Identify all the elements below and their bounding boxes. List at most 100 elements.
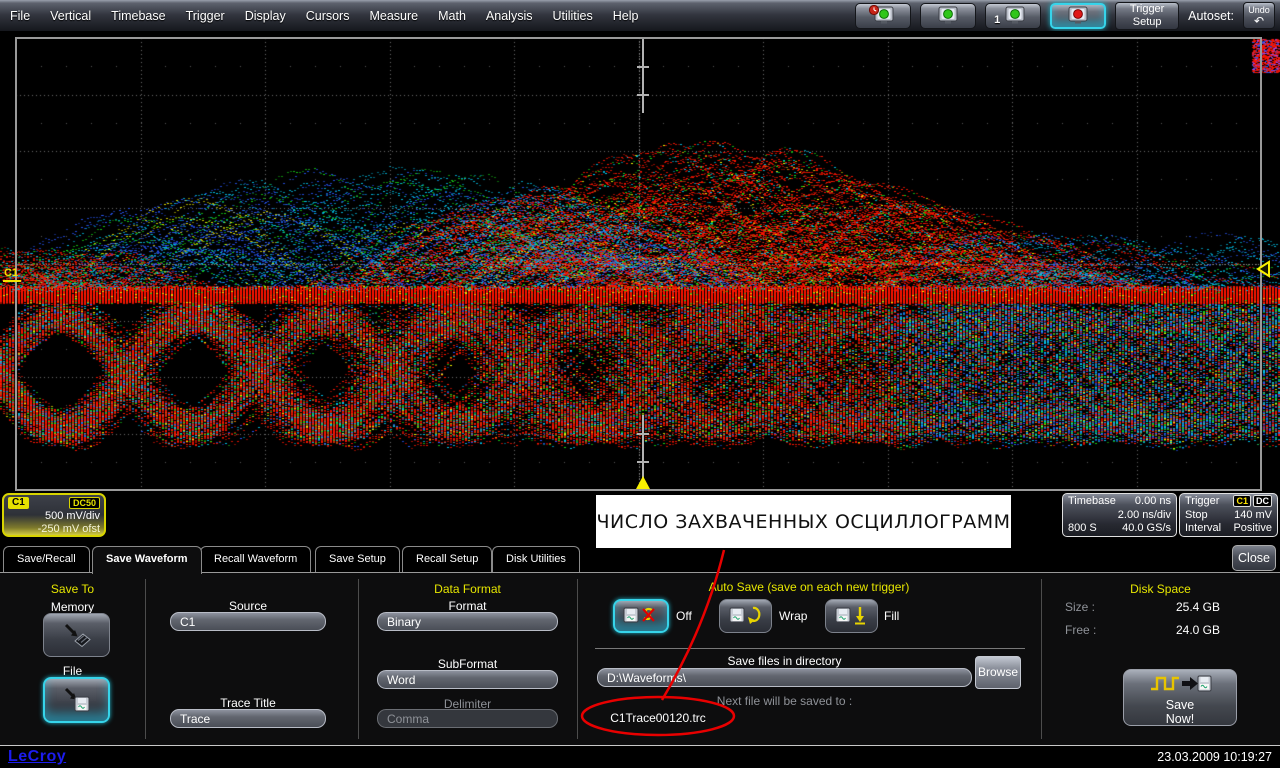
subformat-field[interactable]: Word bbox=[377, 670, 558, 689]
single-count-label: 1 bbox=[994, 14, 1000, 26]
section-divider bbox=[145, 579, 146, 739]
autoset-label: Autoset: bbox=[1188, 9, 1234, 23]
menu-display[interactable]: Display bbox=[245, 9, 286, 23]
undo-button[interactable]: Undo ↶ bbox=[1243, 2, 1275, 29]
save-now-icon bbox=[1148, 673, 1212, 695]
timebase-rate: 40.0 GS/s bbox=[1122, 522, 1171, 536]
directory-field[interactable]: D:\Waveforms\ bbox=[597, 668, 972, 687]
monitor-green-clock-icon bbox=[868, 5, 898, 27]
autosave-off-icon bbox=[623, 606, 659, 626]
auto-save-header: Auto Save (save on each new trigger) bbox=[577, 580, 1041, 594]
channel-c1-offset-marker[interactable]: C1 bbox=[3, 267, 21, 282]
autosave-fill-label: Fill bbox=[884, 609, 899, 623]
auto-save-divider bbox=[595, 648, 1025, 649]
tab-save-waveform[interactable]: Save Waveform bbox=[92, 546, 202, 574]
disk-space-header: Disk Space bbox=[1041, 582, 1280, 596]
menu-trigger[interactable]: Trigger bbox=[186, 9, 225, 23]
format-label: Format bbox=[377, 599, 558, 613]
menu-measure[interactable]: Measure bbox=[369, 9, 418, 23]
section-divider bbox=[1041, 579, 1042, 739]
tab-recall-setup[interactable]: Recall Setup bbox=[402, 546, 492, 572]
trigger-type: Interval bbox=[1185, 522, 1221, 536]
autosave-fill-button[interactable] bbox=[825, 599, 878, 633]
trigger-setup-button[interactable]: Trigger Setup bbox=[1115, 2, 1179, 30]
timebase-descriptor-box[interactable]: Timebase0.00 ns 2.00 ns/div 800 S40.0 GS… bbox=[1062, 493, 1177, 537]
trigger-source-badge: C1 bbox=[1233, 495, 1251, 507]
save-to-file-button[interactable] bbox=[43, 677, 110, 723]
oscilloscope-screen: File Vertical Timebase Trigger Display C… bbox=[0, 0, 1280, 768]
monitor-green-single-icon bbox=[998, 5, 1028, 27]
menu-cursors[interactable]: Cursors bbox=[306, 9, 350, 23]
section-divider bbox=[577, 579, 578, 739]
descriptor-strip: C1 DC50 500 mV/div -250 mV ofst ЧИСЛО ЗА… bbox=[0, 492, 1280, 545]
autosave-wrap-label: Wrap bbox=[779, 609, 807, 623]
waveform-display: C1 bbox=[0, 31, 1280, 492]
trigger-stop-button[interactable] bbox=[1050, 3, 1106, 29]
autosave-fill-icon bbox=[835, 605, 869, 627]
trigger-auto-button[interactable] bbox=[920, 3, 976, 29]
trigger-single-button[interactable]: 1 bbox=[985, 3, 1041, 29]
save-to-memory-button[interactable] bbox=[43, 613, 110, 657]
menu-utilities[interactable]: Utilities bbox=[552, 9, 592, 23]
autosave-off-label: Off bbox=[676, 609, 692, 623]
menu-timebase[interactable]: Timebase bbox=[111, 9, 165, 23]
menu-bar: File Vertical Timebase Trigger Display C… bbox=[0, 0, 1280, 31]
trigger-toolbar: 1 Trigger Setup Autoset: Undo ↶ bbox=[855, 2, 1280, 30]
memory-label: Memory bbox=[0, 600, 145, 614]
menu-help[interactable]: Help bbox=[613, 9, 639, 23]
trace-title-field[interactable]: Trace bbox=[170, 709, 326, 728]
next-file-label: Next file will be saved to : bbox=[597, 694, 972, 708]
trigger-title: Trigger bbox=[1185, 495, 1219, 509]
trigger-descriptor-box[interactable]: Trigger C1DC Stop140 mV IntervalPositive bbox=[1179, 493, 1278, 537]
channel-c1-descriptor-box[interactable]: C1 DC50 500 mV/div -250 mV ofst bbox=[2, 493, 106, 537]
menu-math[interactable]: Math bbox=[438, 9, 466, 23]
browse-button[interactable]: Browse bbox=[975, 656, 1021, 689]
autosave-wrap-icon bbox=[729, 605, 763, 627]
lecroy-logo: LeCroy bbox=[8, 748, 66, 766]
source-field[interactable]: C1 bbox=[170, 612, 326, 631]
tab-recall-waveform[interactable]: Recall Waveform bbox=[200, 546, 311, 572]
menu-analysis[interactable]: Analysis bbox=[486, 9, 533, 23]
waveform-canvas bbox=[0, 31, 1280, 492]
channel-scale-label: 500 mV/div bbox=[8, 510, 100, 523]
channel-offset-label: -250 mV ofst bbox=[8, 523, 100, 536]
save-now-line2: Now! bbox=[1124, 712, 1236, 726]
save-to-file-icon bbox=[60, 686, 94, 714]
directory-label: Save files in directory bbox=[597, 654, 972, 668]
channel-name-badge: C1 bbox=[8, 497, 29, 509]
datetime-label: 23.03.2009 10:19:27 bbox=[1157, 750, 1272, 764]
save-now-line1: Save bbox=[1124, 698, 1236, 712]
disk-size-label: Size : bbox=[1065, 600, 1125, 614]
disk-free-label: Free : bbox=[1065, 623, 1125, 637]
timebase-title: Timebase bbox=[1068, 495, 1116, 509]
save-now-button[interactable]: Save Now! bbox=[1123, 669, 1237, 726]
tab-save-recall[interactable]: Save/Recall bbox=[3, 546, 90, 572]
monitor-red-icon bbox=[1063, 5, 1093, 27]
trigger-slope: Positive bbox=[1233, 522, 1272, 536]
data-format-header: Data Format bbox=[358, 582, 577, 596]
channel-coupling-badge: DC50 bbox=[69, 497, 100, 509]
annotation-box: ЧИСЛО ЗАХВАЧЕННЫХ ОСЦИЛЛОГРАММ bbox=[596, 495, 1011, 548]
autosave-off-button[interactable] bbox=[613, 599, 669, 633]
format-field[interactable]: Binary bbox=[377, 612, 558, 631]
menu-vertical[interactable]: Vertical bbox=[50, 9, 91, 23]
close-button[interactable]: Close bbox=[1232, 545, 1276, 571]
source-label: Source bbox=[170, 599, 326, 613]
trigger-mode: Stop bbox=[1185, 509, 1208, 523]
undo-arrow-icon: ↶ bbox=[1244, 16, 1274, 26]
monitor-green-icon bbox=[933, 5, 963, 27]
trigger-level: 140 mV bbox=[1234, 509, 1272, 523]
save-waveform-panel: Save To Memory File Source C1 Trace bbox=[0, 572, 1280, 745]
autosave-wrap-button[interactable] bbox=[719, 599, 772, 633]
file-label: File bbox=[0, 664, 145, 678]
trigger-timed-button[interactable] bbox=[855, 3, 911, 29]
disk-free-value: 24.0 GB bbox=[1130, 623, 1220, 637]
timebase-scale: 2.00 ns/div bbox=[1118, 509, 1171, 523]
delimiter-field: Comma bbox=[377, 709, 558, 728]
timebase-samples: 800 S bbox=[1068, 522, 1097, 536]
status-bar: LeCroy 23.03.2009 10:19:27 bbox=[0, 745, 1280, 768]
tab-save-setup[interactable]: Save Setup bbox=[315, 546, 400, 572]
trace-title-label: Trace Title bbox=[170, 696, 326, 710]
tab-disk-utilities[interactable]: Disk Utilities bbox=[492, 546, 580, 572]
menu-file[interactable]: File bbox=[10, 9, 30, 23]
